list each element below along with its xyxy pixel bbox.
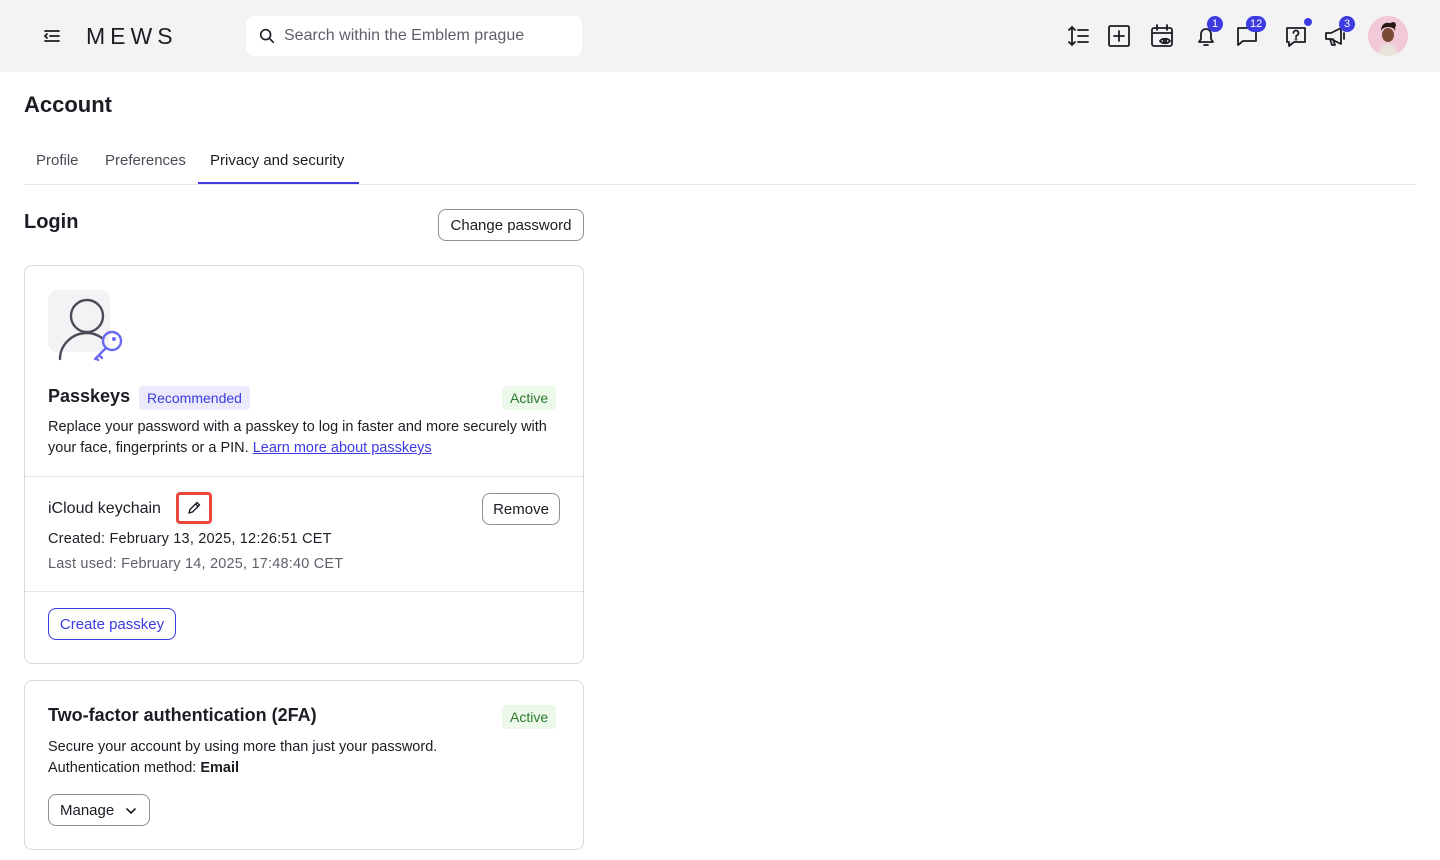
passkey-illustration-icon	[48, 289, 128, 363]
passkeys-card: Passkeys Recommended Active Replace your…	[24, 265, 584, 664]
mews-logo[interactable]: MEWS	[86, 23, 216, 49]
passkey-item-name: iCloud keychain	[48, 500, 161, 517]
page-title: Account	[24, 92, 112, 117]
calendar-view-icon[interactable]	[1148, 22, 1176, 50]
add-box-icon[interactable]	[1105, 22, 1133, 50]
megaphone-icon[interactable]: 3	[1322, 16, 1355, 50]
two-factor-status-badge: Active	[502, 705, 557, 729]
messages-badge: 12	[1246, 16, 1267, 32]
passkeys-divider-1	[25, 476, 583, 477]
two-factor-description: Secure your account by using more than j…	[48, 739, 438, 755]
change-password-button[interactable]: Change password	[438, 209, 584, 241]
passkey-last-used-date: Last used: February 14, 2025, 17:48:40 C…	[48, 556, 344, 572]
top-bar: MEWS 1 12	[0, 0, 1440, 72]
active-tab-indicator	[198, 182, 359, 184]
learn-more-passkeys-link[interactable]: Learn more about passkeys	[253, 440, 432, 456]
login-section-title: Login	[24, 211, 79, 233]
rename-passkey-button[interactable]	[176, 492, 212, 524]
help-unread-dot	[1304, 18, 1312, 26]
line-height-icon[interactable]	[1064, 22, 1092, 50]
notifications-bell-icon[interactable]: 1	[1192, 16, 1223, 50]
logo-text: MEWS	[86, 24, 178, 48]
search-input[interactable]	[284, 27, 574, 45]
remove-passkey-button[interactable]: Remove	[482, 493, 560, 525]
passkey-created-date: Created: February 13, 2025, 12:26:51 CET	[48, 531, 332, 547]
menu-collapse-icon[interactable]	[40, 24, 64, 48]
announcements-badge: 3	[1339, 16, 1355, 32]
auth-method-value: Email	[200, 760, 240, 776]
two-factor-method: Authentication method: Email	[48, 758, 239, 779]
tab-privacy-and-security[interactable]: Privacy and security	[210, 152, 344, 169]
tab-profile[interactable]: Profile	[36, 152, 79, 169]
passkeys-divider-2	[25, 591, 583, 592]
passkeys-status-badge: Active	[502, 386, 557, 410]
create-passkey-button[interactable]: Create passkey	[48, 608, 176, 640]
messages-icon[interactable]: 12	[1233, 16, 1267, 50]
pencil-icon	[188, 501, 201, 514]
user-avatar[interactable]	[1368, 16, 1408, 56]
manage-2fa-dropdown[interactable]: Manage	[48, 794, 150, 826]
two-factor-title: Two-factor authentication (2FA)	[48, 705, 317, 725]
search-box[interactable]	[246, 16, 582, 56]
account-tabs: Profile Preferences Privacy and security	[24, 140, 1416, 185]
passkeys-title: Passkeys	[48, 386, 131, 406]
notifications-badge: 1	[1207, 16, 1223, 32]
recommended-badge: Recommended	[139, 386, 250, 410]
manage-label: Manage	[60, 801, 115, 819]
chevron-down-icon	[126, 808, 136, 815]
help-icon[interactable]	[1282, 18, 1312, 50]
auth-method-label: Authentication method:	[48, 760, 197, 776]
passkeys-description: Replace your password with a passkey to …	[48, 417, 558, 459]
two-factor-card: Two-factor authentication (2FA) Active S…	[24, 680, 584, 850]
search-icon	[259, 28, 275, 44]
tab-preferences[interactable]: Preferences	[105, 152, 186, 169]
